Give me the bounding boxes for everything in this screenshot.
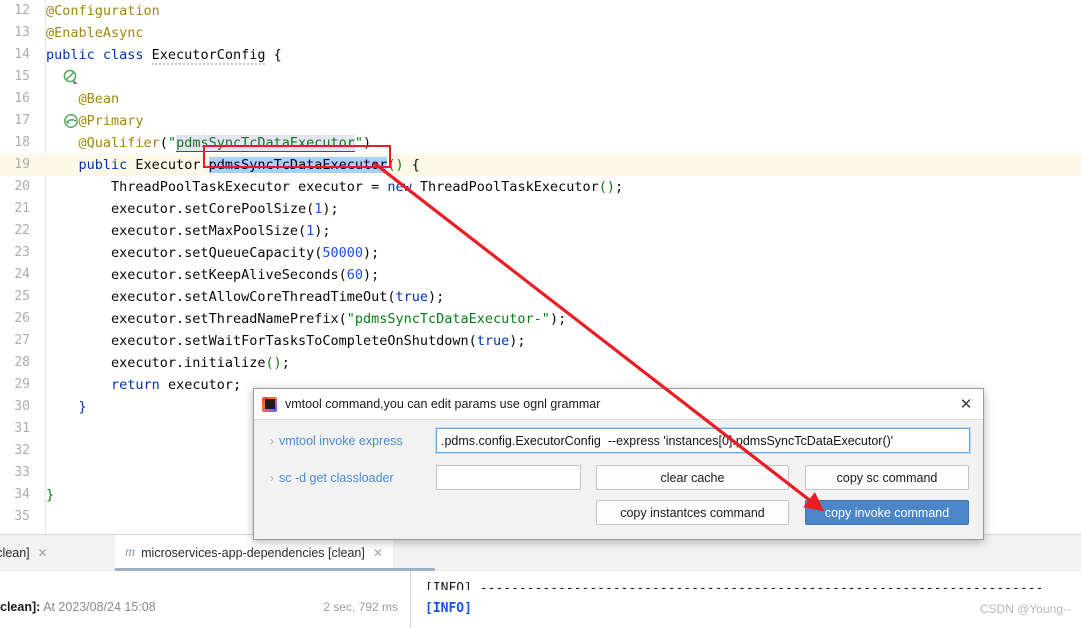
spring-bean-icon[interactable]: [14, 91, 78, 128]
line-content: executor.setCorePoolSize(1);: [111, 201, 339, 217]
line-number: 21: [14, 201, 30, 216]
code-line-current[interactable]: 19 public Executor pdmsSyncTcDataExecuto…: [0, 154, 1081, 176]
line-number: 15: [14, 69, 30, 84]
build-tab-label: microservices-app-dependencies [clean]: [141, 546, 365, 560]
sc-get-classloader-link[interactable]: › sc -d get classloader: [270, 471, 394, 485]
line-content: executor.setMaxPoolSize(1);: [111, 223, 331, 239]
line-content: public Executor pdmsSyncTcDataExecutor()…: [78, 157, 420, 173]
clear-cache-button[interactable]: clear cache: [596, 465, 789, 490]
sc-get-classloader-label: sc -d get classloader: [279, 471, 394, 485]
code-line[interactable]: 27 executor.setWaitForTasksToCompleteOnS…: [0, 330, 1081, 352]
line-number: 24: [14, 267, 30, 282]
dialog-body: › vmtool invoke express › sc -d get classl…: [254, 420, 983, 539]
line-content: public class ExecutorConfig {: [46, 47, 282, 65]
line-number: 34: [14, 487, 30, 502]
copy-instances-command-button[interactable]: copy instantces command: [596, 500, 789, 525]
build-status-line: clean]: At 2023/08/24 15:08: [0, 600, 156, 614]
close-icon[interactable]: ✕: [373, 546, 383, 560]
code-line[interactable]: 15: [0, 66, 1081, 88]
build-tab-active[interactable]: m microservices-app-dependencies [clean]…: [115, 535, 393, 571]
line-content: executor.setQueueCapacity(50000);: [111, 245, 380, 261]
code-line[interactable]: 21 executor.setCorePoolSize(1);: [0, 198, 1081, 220]
line-content: @Configuration: [46, 3, 160, 19]
line-content: return executor;: [111, 377, 242, 393]
build-console: clean]: At 2023/08/24 15:08 2 sec, 792 m…: [0, 571, 1081, 628]
build-tab-inactive[interactable]: cation [clean] ✕: [0, 535, 48, 571]
code-line[interactable]: 23 executor.setQueueCapacity(50000);: [0, 242, 1081, 264]
code-line[interactable]: 24 executor.setKeepAliveSeconds(60);: [0, 264, 1081, 286]
build-output-tree[interactable]: clean]: At 2023/08/24 15:08 2 sec, 792 m…: [0, 571, 411, 628]
code-line[interactable]: 12 @Configuration: [0, 0, 1081, 22]
maven-icon: m: [125, 545, 136, 560]
line-number: 25: [14, 289, 30, 304]
line-number: 22: [14, 223, 30, 238]
build-status-prefix: clean]:: [0, 600, 41, 614]
vmtool-command-dialog[interactable]: vmtool command,you can edit params use o…: [253, 388, 984, 540]
line-content: executor.setThreadNamePrefix("pdmsSyncTc…: [111, 311, 567, 327]
chevron-right-icon: ›: [270, 471, 274, 485]
line-content: }: [78, 399, 87, 415]
code-line[interactable]: 17 @Primary: [0, 110, 1081, 132]
watermark: CSDN @Young--: [979, 602, 1071, 616]
close-icon[interactable]: ✕: [955, 393, 977, 415]
line-number: 30: [14, 399, 30, 414]
build-tab-label: cation [clean]: [0, 546, 30, 560]
code-line[interactable]: 22 executor.setMaxPoolSize(1);: [0, 220, 1081, 242]
log-line: [INFO]: [425, 601, 472, 616]
code-line[interactable]: 16 @Bean: [0, 88, 1081, 128]
line-number: 19: [14, 157, 30, 172]
code-line[interactable]: 20 ThreadPoolTaskExecutor executor = new…: [0, 176, 1081, 198]
log-level: [INFO]: [425, 601, 472, 616]
code-line[interactable]: 25 executor.setAllowCoreThreadTimeOut(tr…: [0, 286, 1081, 308]
vmtool-invoke-express-label: vmtool invoke express: [279, 434, 403, 448]
line-content: @EnableAsync: [46, 25, 144, 41]
line-number: 31: [14, 421, 30, 436]
qualifier-token: pdmsSyncTcDataExecutor: [176, 135, 355, 152]
line-number: 13: [14, 25, 30, 40]
sc-get-classloader-input[interactable]: [436, 465, 581, 490]
line-number: 33: [14, 465, 30, 480]
code-line[interactable]: 14 public class ExecutorConfig {: [0, 44, 1081, 84]
line-number: 35: [14, 509, 30, 524]
copy-sc-command-button[interactable]: copy sc command: [805, 465, 969, 490]
chevron-right-icon: ›: [270, 434, 274, 448]
line-content: @Qualifier("pdmsSyncTcDataExecutor"): [78, 135, 372, 152]
line-content: @Bean: [78, 91, 120, 107]
build-status-text: At 2023/08/24 15:08: [43, 600, 156, 614]
line-number: 32: [14, 443, 30, 458]
line-content: executor.initialize();: [111, 355, 290, 371]
no-usage-icon[interactable]: [14, 47, 78, 84]
build-log-pane[interactable]: [INFO] ---------------------------------…: [411, 571, 1081, 628]
selected-method-name: pdmsSyncTcDataExecutor: [208, 157, 388, 173]
code-line[interactable]: 28 executor.initialize();: [0, 352, 1081, 374]
line-number: 27: [14, 333, 30, 348]
intellij-idea-icon: [262, 396, 277, 412]
dialog-title: vmtool command,you can edit params use o…: [285, 397, 601, 411]
dialog-titlebar[interactable]: vmtool command,you can edit params use o…: [254, 389, 983, 420]
copy-invoke-command-button[interactable]: copy invoke command: [805, 500, 969, 525]
line-number: 23: [14, 245, 30, 260]
line-content: }: [46, 487, 55, 503]
line-number: 29: [14, 377, 30, 392]
line-number: 18: [14, 135, 30, 150]
line-number: 26: [14, 311, 30, 326]
code-line[interactable]: 26 executor.setThreadNamePrefix("pdmsSyn…: [0, 308, 1081, 330]
log-line-clipped: [INFO] ---------------------------------…: [425, 581, 1044, 590]
close-icon[interactable]: ✕: [38, 546, 48, 560]
line-content: ThreadPoolTaskExecutor executor = new Th…: [111, 179, 624, 195]
vmtool-invoke-express-input[interactable]: [436, 428, 970, 453]
line-number: 12: [14, 3, 30, 18]
code-line[interactable]: 13 @EnableAsync: [0, 22, 1081, 44]
vmtool-invoke-express-link[interactable]: › vmtool invoke express: [270, 434, 403, 448]
line-number: 28: [14, 355, 30, 370]
line-content: executor.setKeepAliveSeconds(60);: [111, 267, 380, 283]
line-content: executor.setWaitForTasksToCompleteOnShut…: [111, 333, 526, 349]
line-number: 20: [14, 179, 30, 194]
line-content: executor.setAllowCoreThreadTimeOut(true)…: [111, 289, 445, 305]
line-number: 17: [14, 113, 30, 128]
line-content: @Primary: [78, 113, 144, 129]
code-line[interactable]: 18 @Qualifier("pdmsSyncTcDataExecutor"): [0, 132, 1081, 154]
build-duration: 2 sec, 792 ms: [323, 600, 398, 614]
